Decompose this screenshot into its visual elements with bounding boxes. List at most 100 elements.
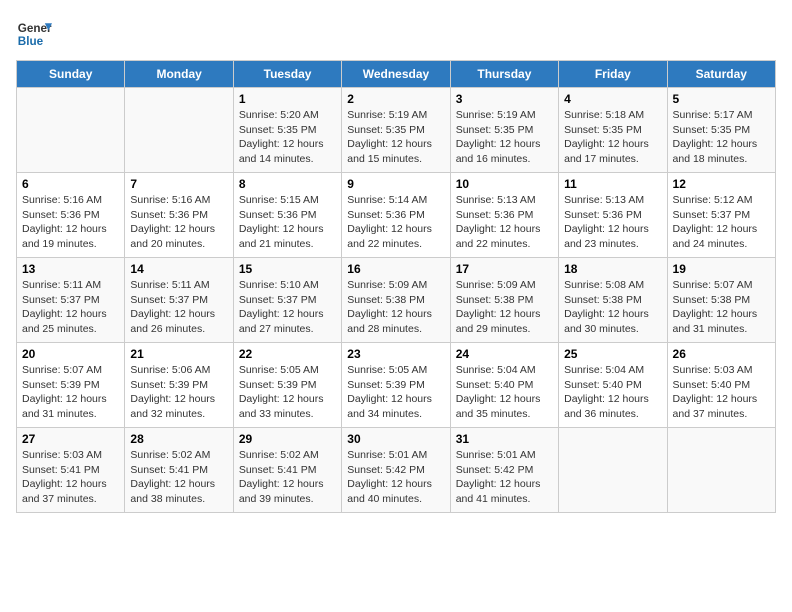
day-number: 18 xyxy=(564,262,661,276)
logo: General Blue xyxy=(16,16,52,52)
day-info: Sunrise: 5:12 AM Sunset: 5:37 PM Dayligh… xyxy=(673,193,770,252)
day-header: Friday xyxy=(559,61,667,88)
day-number: 17 xyxy=(456,262,553,276)
day-number: 2 xyxy=(347,92,444,106)
day-info: Sunrise: 5:02 AM Sunset: 5:41 PM Dayligh… xyxy=(239,448,336,507)
day-number: 30 xyxy=(347,432,444,446)
day-number: 3 xyxy=(456,92,553,106)
calendar-table: SundayMondayTuesdayWednesdayThursdayFrid… xyxy=(16,60,776,513)
calendar-day-cell xyxy=(559,428,667,513)
calendar-day-cell: 4 Sunrise: 5:18 AM Sunset: 5:35 PM Daylig… xyxy=(559,88,667,173)
day-number: 23 xyxy=(347,347,444,361)
day-info: Sunrise: 5:20 AM Sunset: 5:35 PM Dayligh… xyxy=(239,108,336,167)
day-number: 14 xyxy=(130,262,227,276)
calendar-day-cell: 9 Sunrise: 5:14 AM Sunset: 5:36 PM Daylig… xyxy=(342,173,450,258)
calendar-day-cell: 25 Sunrise: 5:04 AM Sunset: 5:40 PM Dayli… xyxy=(559,343,667,428)
day-number: 24 xyxy=(456,347,553,361)
day-header: Saturday xyxy=(667,61,775,88)
day-number: 21 xyxy=(130,347,227,361)
day-info: Sunrise: 5:01 AM Sunset: 5:42 PM Dayligh… xyxy=(347,448,444,507)
calendar-day-cell: 12 Sunrise: 5:12 AM Sunset: 5:37 PM Dayli… xyxy=(667,173,775,258)
day-info: Sunrise: 5:18 AM Sunset: 5:35 PM Dayligh… xyxy=(564,108,661,167)
svg-text:Blue: Blue xyxy=(18,35,44,48)
day-info: Sunrise: 5:14 AM Sunset: 5:36 PM Dayligh… xyxy=(347,193,444,252)
calendar-body: 1 Sunrise: 5:20 AM Sunset: 5:35 PM Daylig… xyxy=(17,88,776,513)
calendar-day-cell: 19 Sunrise: 5:07 AM Sunset: 5:38 PM Dayli… xyxy=(667,258,775,343)
day-header: Thursday xyxy=(450,61,558,88)
calendar-day-cell: 27Sunrise: 5:03 AM Sunset: 5:41 PM Dayli… xyxy=(17,428,125,513)
day-number: 7 xyxy=(130,177,227,191)
calendar-day-cell: 21 Sunrise: 5:06 AM Sunset: 5:39 PM Dayli… xyxy=(125,343,233,428)
day-info: Sunrise: 5:01 AM Sunset: 5:42 PM Dayligh… xyxy=(456,448,553,507)
day-number: 19 xyxy=(673,262,770,276)
day-number: 8 xyxy=(239,177,336,191)
day-number: 28 xyxy=(130,432,227,446)
day-info: Sunrise: 5:19 AM Sunset: 5:35 PM Dayligh… xyxy=(456,108,553,167)
day-info: Sunrise: 5:16 AM Sunset: 5:36 PM Dayligh… xyxy=(22,193,119,252)
page-header: General Blue xyxy=(16,16,776,52)
day-info: Sunrise: 5:13 AM Sunset: 5:36 PM Dayligh… xyxy=(456,193,553,252)
day-info: Sunrise: 5:15 AM Sunset: 5:36 PM Dayligh… xyxy=(239,193,336,252)
calendar-day-cell: 2Sunrise: 5:19 AM Sunset: 5:35 PM Daylig… xyxy=(342,88,450,173)
calendar-day-cell: 23 Sunrise: 5:05 AM Sunset: 5:39 PM Dayli… xyxy=(342,343,450,428)
day-number: 9 xyxy=(347,177,444,191)
day-info: Sunrise: 5:05 AM Sunset: 5:39 PM Dayligh… xyxy=(347,363,444,422)
day-number: 6 xyxy=(22,177,119,191)
calendar-day-cell: 3 Sunrise: 5:19 AM Sunset: 5:35 PM Daylig… xyxy=(450,88,558,173)
day-info: Sunrise: 5:05 AM Sunset: 5:39 PM Dayligh… xyxy=(239,363,336,422)
day-number: 13 xyxy=(22,262,119,276)
day-info: Sunrise: 5:07 AM Sunset: 5:39 PM Dayligh… xyxy=(22,363,119,422)
calendar-day-cell: 16Sunrise: 5:09 AM Sunset: 5:38 PM Dayli… xyxy=(342,258,450,343)
day-info: Sunrise: 5:04 AM Sunset: 5:40 PM Dayligh… xyxy=(456,363,553,422)
calendar-day-cell: 6 Sunrise: 5:16 AM Sunset: 5:36 PM Daylig… xyxy=(17,173,125,258)
day-number: 1 xyxy=(239,92,336,106)
day-info: Sunrise: 5:11 AM Sunset: 5:37 PM Dayligh… xyxy=(22,278,119,337)
day-number: 25 xyxy=(564,347,661,361)
day-number: 22 xyxy=(239,347,336,361)
calendar-header-row: SundayMondayTuesdayWednesdayThursdayFrid… xyxy=(17,61,776,88)
day-number: 26 xyxy=(673,347,770,361)
calendar-day-cell: 18 Sunrise: 5:08 AM Sunset: 5:38 PM Dayli… xyxy=(559,258,667,343)
day-number: 16 xyxy=(347,262,444,276)
calendar-week-row: 13 Sunrise: 5:11 AM Sunset: 5:37 PM Dayli… xyxy=(17,258,776,343)
calendar-day-cell: 7Sunrise: 5:16 AM Sunset: 5:36 PM Daylig… xyxy=(125,173,233,258)
calendar-week-row: 20Sunrise: 5:07 AM Sunset: 5:39 PM Dayli… xyxy=(17,343,776,428)
calendar-week-row: 1 Sunrise: 5:20 AM Sunset: 5:35 PM Daylig… xyxy=(17,88,776,173)
logo-icon: General Blue xyxy=(16,16,52,52)
calendar-day-cell: 24 Sunrise: 5:04 AM Sunset: 5:40 PM Dayli… xyxy=(450,343,558,428)
day-number: 11 xyxy=(564,177,661,191)
day-info: Sunrise: 5:07 AM Sunset: 5:38 PM Dayligh… xyxy=(673,278,770,337)
day-number: 31 xyxy=(456,432,553,446)
day-number: 12 xyxy=(673,177,770,191)
calendar-day-cell: 15Sunrise: 5:10 AM Sunset: 5:37 PM Dayli… xyxy=(233,258,341,343)
calendar-day-cell: 26Sunrise: 5:03 AM Sunset: 5:40 PM Dayli… xyxy=(667,343,775,428)
calendar-day-cell: 14 Sunrise: 5:11 AM Sunset: 5:37 PM Dayli… xyxy=(125,258,233,343)
day-header: Sunday xyxy=(17,61,125,88)
calendar-day-cell xyxy=(17,88,125,173)
day-info: Sunrise: 5:08 AM Sunset: 5:38 PM Dayligh… xyxy=(564,278,661,337)
day-header: Tuesday xyxy=(233,61,341,88)
day-header: Wednesday xyxy=(342,61,450,88)
calendar-day-cell xyxy=(667,428,775,513)
day-info: Sunrise: 5:11 AM Sunset: 5:37 PM Dayligh… xyxy=(130,278,227,337)
day-info: Sunrise: 5:04 AM Sunset: 5:40 PM Dayligh… xyxy=(564,363,661,422)
calendar-day-cell: 11Sunrise: 5:13 AM Sunset: 5:36 PM Dayli… xyxy=(559,173,667,258)
calendar-day-cell: 17 Sunrise: 5:09 AM Sunset: 5:38 PM Dayli… xyxy=(450,258,558,343)
calendar-day-cell: 30 Sunrise: 5:01 AM Sunset: 5:42 PM Dayli… xyxy=(342,428,450,513)
calendar-day-cell: 28 Sunrise: 5:02 AM Sunset: 5:41 PM Dayli… xyxy=(125,428,233,513)
calendar-day-cell: 29Sunrise: 5:02 AM Sunset: 5:41 PM Dayli… xyxy=(233,428,341,513)
calendar-day-cell: 13 Sunrise: 5:11 AM Sunset: 5:37 PM Dayli… xyxy=(17,258,125,343)
day-info: Sunrise: 5:09 AM Sunset: 5:38 PM Dayligh… xyxy=(456,278,553,337)
day-number: 4 xyxy=(564,92,661,106)
day-info: Sunrise: 5:17 AM Sunset: 5:35 PM Dayligh… xyxy=(673,108,770,167)
calendar-week-row: 6 Sunrise: 5:16 AM Sunset: 5:36 PM Daylig… xyxy=(17,173,776,258)
calendar-week-row: 27Sunrise: 5:03 AM Sunset: 5:41 PM Dayli… xyxy=(17,428,776,513)
calendar-day-cell: 8 Sunrise: 5:15 AM Sunset: 5:36 PM Daylig… xyxy=(233,173,341,258)
day-number: 5 xyxy=(673,92,770,106)
day-number: 10 xyxy=(456,177,553,191)
day-info: Sunrise: 5:02 AM Sunset: 5:41 PM Dayligh… xyxy=(130,448,227,507)
day-info: Sunrise: 5:06 AM Sunset: 5:39 PM Dayligh… xyxy=(130,363,227,422)
day-info: Sunrise: 5:03 AM Sunset: 5:41 PM Dayligh… xyxy=(22,448,119,507)
calendar-day-cell: 31 Sunrise: 5:01 AM Sunset: 5:42 PM Dayli… xyxy=(450,428,558,513)
day-header: Monday xyxy=(125,61,233,88)
